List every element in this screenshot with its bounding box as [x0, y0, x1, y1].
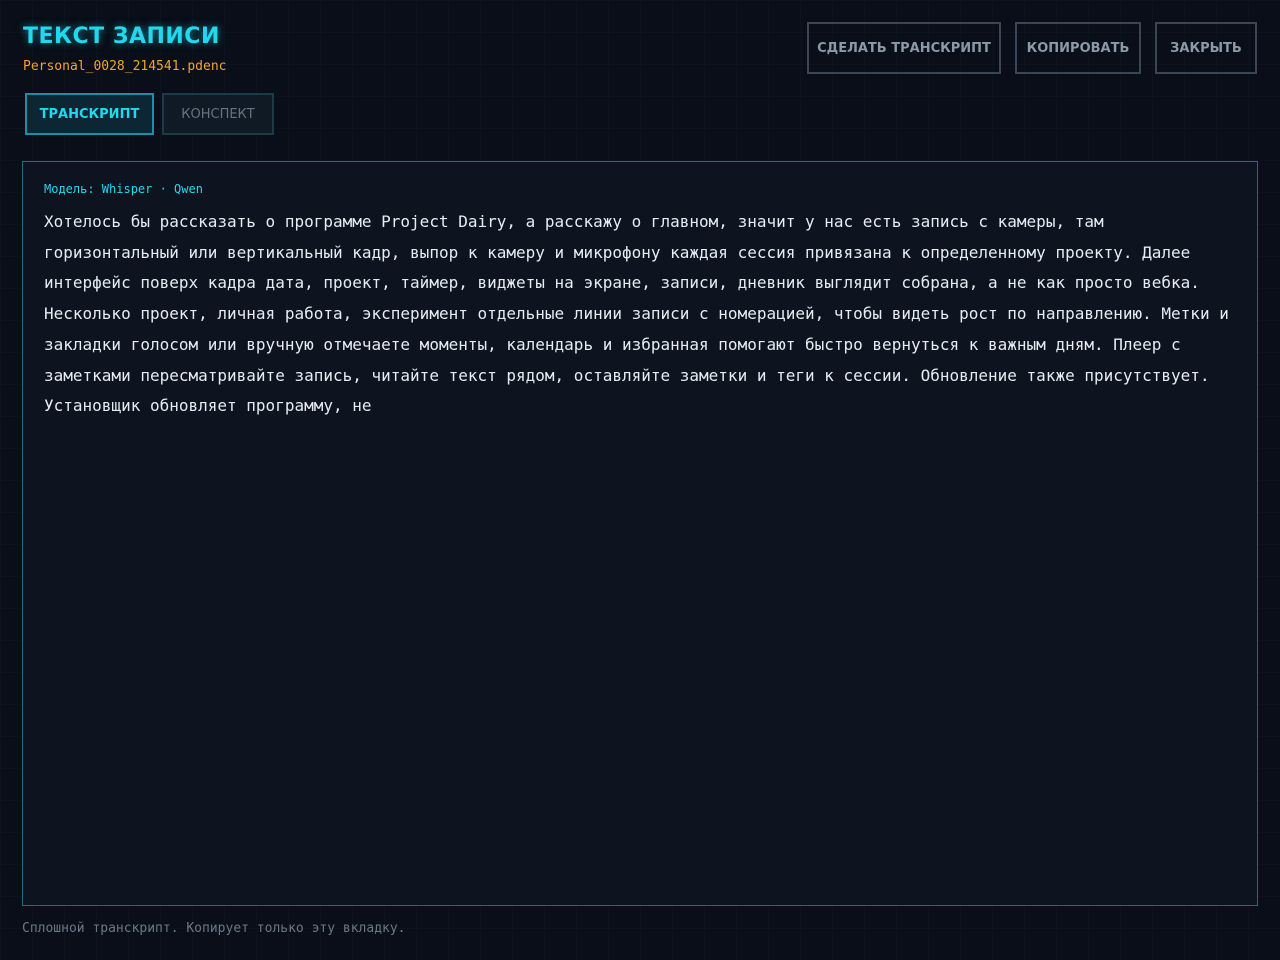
make-transcript-button[interactable]: СДЕЛАТЬ ТРАНСКРИПТ: [807, 22, 1001, 74]
footer-hint: Сплошной транскрипт. Копирует только эту…: [22, 921, 406, 936]
model-label: Модель: Whisper · Qwen: [44, 182, 203, 196]
page-title: ТЕКСТ ЗАПИСИ: [23, 24, 220, 49]
tab-summary[interactable]: КОНСПЕКТ: [162, 93, 274, 135]
transcript-text: Хотелось бы рассказать о программе Proje…: [44, 212, 1229, 416]
tab-transcript[interactable]: ТРАНСКРИПТ: [25, 93, 154, 135]
transcript-panel: Модель: Whisper · Qwen Хотелось бы расск…: [22, 161, 1258, 906]
copy-button[interactable]: КОПИРОВАТЬ: [1015, 22, 1141, 74]
close-button[interactable]: ЗАКРЫТЬ: [1155, 22, 1257, 74]
file-name: Personal_0028_214541.pdenc: [23, 59, 227, 74]
